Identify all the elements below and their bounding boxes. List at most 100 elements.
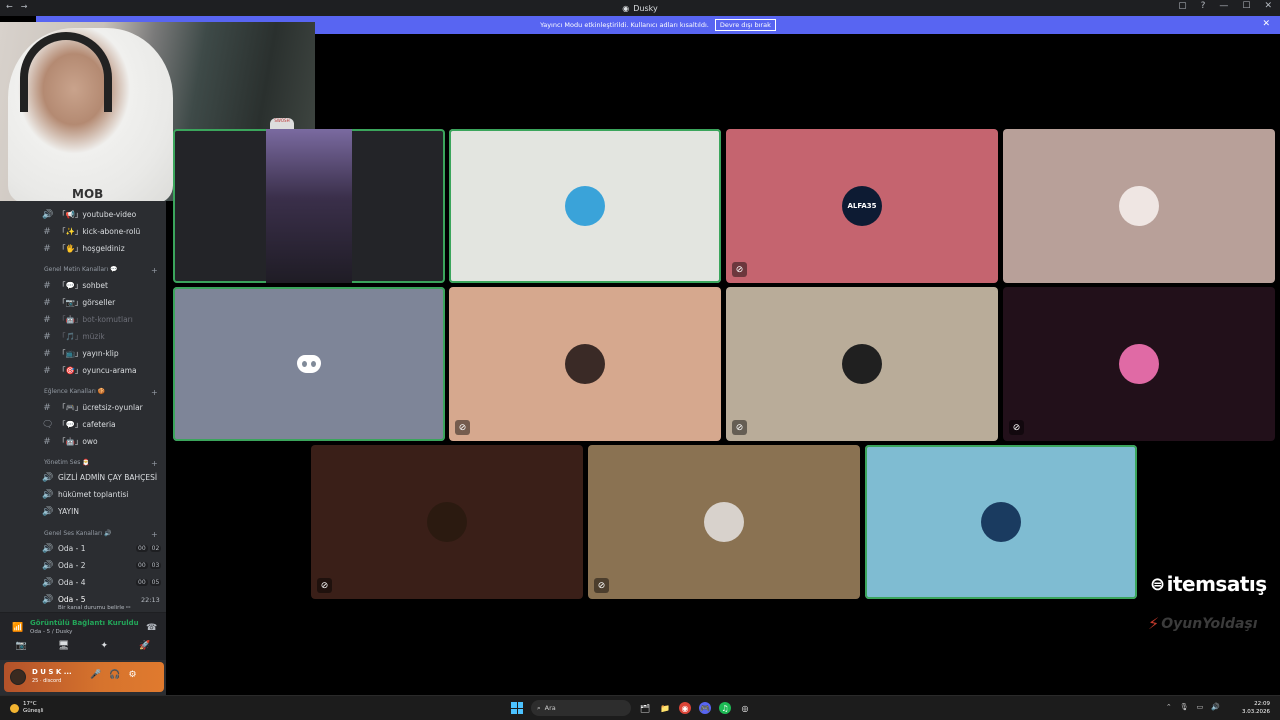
hash-icon: # bbox=[43, 331, 51, 342]
camera-stream bbox=[266, 129, 352, 283]
screen-share-button[interactable]: 🖥 bbox=[58, 641, 69, 651]
avatar: ALFA35 bbox=[842, 186, 882, 226]
file-explorer-icon[interactable]: 📁 bbox=[659, 702, 671, 714]
discord-icon[interactable]: 🎮 bbox=[699, 702, 711, 714]
hash-icon: # bbox=[43, 226, 51, 237]
video-tile[interactable]: ⊘ bbox=[449, 287, 721, 441]
user-status: 25 · discord bbox=[32, 678, 62, 684]
settings-gear-icon[interactable]: ⚙ bbox=[128, 670, 136, 680]
add-channel-icon[interactable]: + bbox=[151, 459, 158, 468]
channel-muzik[interactable]: # 「🎵」müzik bbox=[43, 331, 105, 342]
back-icon[interactable]: ← bbox=[6, 2, 13, 11]
disconnect-icon[interactable]: ☎ bbox=[146, 623, 157, 633]
voice-channel-gizli-admin[interactable]: 🔊 GİZLİ ADMİN ÇAY BAHÇESİ bbox=[42, 472, 157, 483]
video-tile[interactable]: ⊘ bbox=[588, 445, 860, 599]
muted-mic-icon: ⊘ bbox=[594, 578, 609, 593]
channel-sohbet[interactable]: # 「💬」sohbet bbox=[43, 280, 108, 291]
voice-channel-yayin[interactable]: 🔊 YAYIN bbox=[42, 507, 79, 517]
avatar bbox=[842, 344, 882, 384]
task-view-icon[interactable]: 🗂 bbox=[639, 702, 651, 714]
channel-ucretsiz-oyunlar[interactable]: # 「🎮」ücretsiz-oyunlar bbox=[43, 402, 143, 413]
minimize-button[interactable]: — bbox=[1219, 1, 1228, 11]
maximize-button[interactable]: ☐ bbox=[1242, 1, 1250, 11]
banner-text: Yayıncı Modu etkinleştirildi. Kullanıcı … bbox=[540, 21, 709, 29]
voice-channel-path[interactable]: Oda - 5 / Dusky bbox=[30, 629, 72, 635]
avatar bbox=[565, 186, 605, 226]
taskbar-search[interactable]: ⌕ Ara bbox=[531, 700, 631, 716]
category-genel-metin[interactable]: Genel Metin Kanalları 💬 + bbox=[44, 266, 158, 275]
video-tile[interactable] bbox=[865, 445, 1137, 599]
microphone-tray-icon[interactable]: 🎙 bbox=[1180, 703, 1189, 711]
inbox-icon[interactable]: ▢ bbox=[1178, 1, 1187, 11]
channel-bot-komutlari[interactable]: # 「🤖」bot-komutları bbox=[43, 314, 133, 325]
video-tile[interactable]: ⊘ bbox=[311, 445, 583, 599]
voice-channel-hukumet[interactable]: 🔊 hükümet toplantisi bbox=[42, 490, 128, 500]
voice-channel-oda-4[interactable]: 🔊 Oda - 4 00 05 bbox=[42, 577, 162, 588]
category-yonetim-ses[interactable]: Yönetim Ses 🎅 + bbox=[44, 459, 158, 468]
channel-yayin-klip[interactable]: # 「📺」yayın-klip bbox=[43, 348, 118, 359]
chrome-icon[interactable]: ◉ bbox=[679, 702, 691, 714]
clock[interactable]: 22:09 3.03.2026 bbox=[1242, 700, 1270, 716]
network-icon[interactable]: ▭ bbox=[1197, 703, 1204, 711]
channel-status-prompt[interactable]: Bir kanal durumu belirle ✏ bbox=[44, 605, 131, 611]
avatar bbox=[704, 502, 744, 542]
category-genel-ses[interactable]: Genel Ses Kanalları 🔊 + bbox=[44, 530, 158, 539]
user-count-badge: 00 03 bbox=[136, 562, 162, 569]
camera-button[interactable]: 📷 bbox=[16, 641, 27, 651]
headphones-icon[interactable]: 🎧 bbox=[109, 670, 120, 680]
signal-icon[interactable]: 📶 bbox=[12, 623, 23, 633]
video-tile[interactable]: ⊘ bbox=[1003, 287, 1275, 441]
video-tile[interactable]: ALFA35 ⊘ bbox=[726, 129, 998, 283]
avatar bbox=[427, 502, 467, 542]
channel-youtube-video[interactable]: 🔊 「📢」youtube-video bbox=[42, 209, 136, 220]
video-tile[interactable] bbox=[173, 287, 445, 441]
hash-icon: # bbox=[43, 297, 51, 308]
user-panel: D U S K ... 25 · discord 🎤 🎧 ⚙ bbox=[4, 662, 164, 692]
channel-kick-abone-rolu[interactable]: # 「✨」kick-abone-rolü bbox=[43, 226, 140, 237]
video-tile[interactable] bbox=[1003, 129, 1275, 283]
add-channel-icon[interactable]: + bbox=[151, 266, 158, 275]
hash-icon: # bbox=[43, 314, 51, 325]
start-button[interactable] bbox=[511, 702, 523, 714]
voice-channel-icon: 🔊 bbox=[42, 472, 54, 483]
banner-close-icon[interactable]: ✕ bbox=[1262, 19, 1270, 29]
voice-status: Görüntülü Bağlantı Kuruldu bbox=[30, 619, 139, 627]
disable-streamer-mode-button[interactable]: Devre dışı bırak bbox=[714, 19, 776, 31]
voice-channel-oda-2[interactable]: 🔊 Oda - 2 00 03 bbox=[42, 561, 162, 571]
voice-channel-oda-1[interactable]: 🔊 Oda - 1 00 02 bbox=[42, 544, 162, 554]
help-icon[interactable]: ? bbox=[1201, 1, 1206, 11]
channel-oyuncu-arama[interactable]: # 「🎯」oyuncu-arama bbox=[43, 365, 136, 376]
add-channel-icon[interactable]: + bbox=[151, 530, 158, 539]
itemsatis-mark-icon: ⊜ bbox=[1150, 573, 1165, 595]
channel-gorseller[interactable]: # 「📷」görseller bbox=[43, 297, 115, 308]
video-tile[interactable]: ⊘ bbox=[726, 287, 998, 441]
category-eglence[interactable]: Eğlence Kanalları 🍪 + bbox=[44, 388, 158, 397]
username[interactable]: D U S K ... bbox=[32, 668, 72, 676]
forum-icon: 🗨 bbox=[42, 419, 54, 430]
activities-button[interactable]: ✦ bbox=[101, 641, 109, 651]
forward-icon[interactable]: → bbox=[21, 2, 28, 11]
add-channel-icon[interactable]: + bbox=[151, 388, 158, 397]
volume-icon[interactable]: 🔊 bbox=[1211, 703, 1220, 711]
sun-icon bbox=[10, 703, 19, 713]
voice-channel-icon: 🔊 bbox=[42, 577, 54, 588]
channel-owo[interactable]: # 「🤖」owo bbox=[43, 436, 97, 447]
muted-mic-icon: ⊘ bbox=[732, 420, 747, 435]
soundboard-button[interactable]: 🚀 bbox=[139, 641, 150, 651]
tray-overflow-icon[interactable]: ⌃ bbox=[1166, 703, 1172, 711]
weather-widget[interactable]: 17°C Güneşli bbox=[10, 701, 44, 715]
spotify-icon[interactable]: ♫ bbox=[719, 702, 731, 714]
microphone-icon[interactable]: 🎤 bbox=[90, 670, 101, 680]
video-tile[interactable] bbox=[449, 129, 721, 283]
hash-icon: # bbox=[43, 243, 51, 254]
close-button[interactable]: ✕ bbox=[1264, 1, 1272, 11]
avatar[interactable] bbox=[10, 669, 26, 685]
voice-channel-oda-5[interactable]: 🔊 Oda - 5 bbox=[42, 595, 86, 605]
avatar bbox=[1119, 186, 1159, 226]
channel-cafeteria[interactable]: 🗨 「💬」cafeteria bbox=[42, 419, 116, 430]
windows-taskbar: 17°C Güneşli ⌕ Ara 🗂 📁 ◉ 🎮 ♫ ◎ ⌃ 🎙 ▭ 🔊 22:… bbox=[0, 695, 1280, 720]
video-tile[interactable] bbox=[173, 129, 445, 283]
app-icon[interactable]: ◎ bbox=[739, 702, 751, 714]
channel-hosgeldiniz[interactable]: # 「🖐」hoşgeldiniz bbox=[43, 243, 124, 254]
hash-icon: # bbox=[43, 436, 51, 447]
